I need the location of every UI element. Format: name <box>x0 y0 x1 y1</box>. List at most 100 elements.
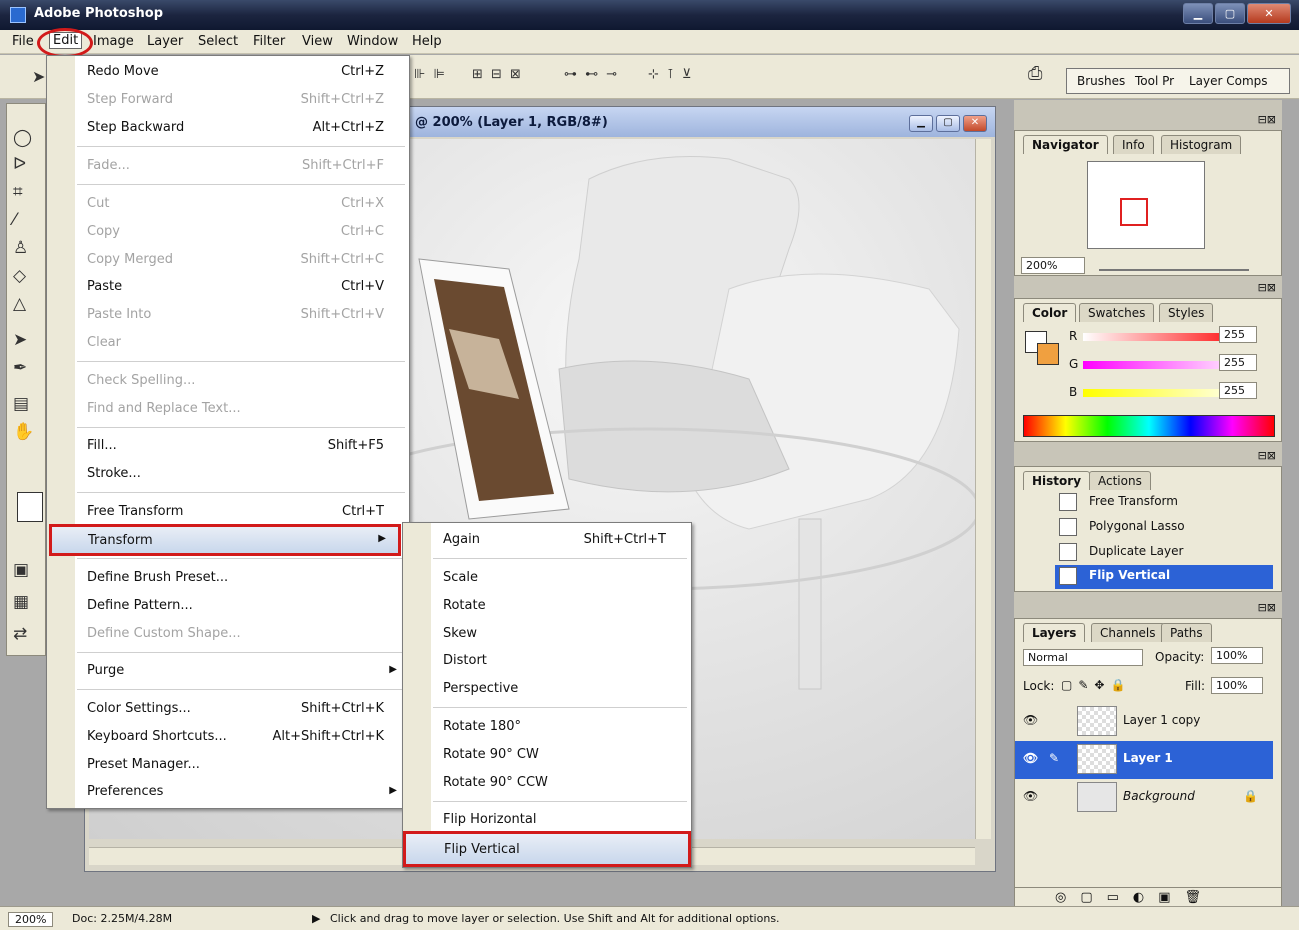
menu-item-step-backward[interactable]: Step Backward Alt+Ctrl+Z <box>47 115 409 141</box>
vertical-scrollbar[interactable] <box>975 139 991 839</box>
pen-tool-icon[interactable]: ✒ <box>13 358 27 378</box>
menu-select[interactable]: Select <box>198 34 238 49</box>
fill-field[interactable]: 100% <box>1211 677 1263 694</box>
status-arrow-icon[interactable]: ▶ <box>312 912 320 925</box>
align-right-icons[interactable]: ⊶ ⊷ ⊸ <box>564 67 619 82</box>
panel-min-close-icon[interactable]: ⊟⊠ <box>1258 113 1276 126</box>
palette-well-tool-presets[interactable]: Tool Pr <box>1135 74 1174 88</box>
tab-histogram[interactable]: Histogram <box>1161 135 1242 154</box>
menu-item-flip-horizontal[interactable]: Flip Horizontal <box>403 807 691 833</box>
menu-item-again[interactable]: Again Shift+Ctrl+T <box>403 527 691 553</box>
stamp-tool-icon[interactable]: ♙ <box>13 238 28 258</box>
menu-item-paste[interactable]: Paste Ctrl+V <box>47 274 409 300</box>
layer-row-selected[interactable]: 👁 ✎ Layer 1 <box>1015 741 1273 779</box>
channel-g-value[interactable]: 255 <box>1219 354 1257 371</box>
imageready-icon[interactable]: ⇄ <box>13 624 27 644</box>
menu-item-cut[interactable]: Cut Ctrl+X <box>47 191 409 217</box>
distribute-right-icons[interactable]: ⊹ ⊺ ⊻ <box>648 67 693 82</box>
menu-item-find-replace[interactable]: Find and Replace Text... <box>47 396 409 422</box>
menu-item-skew[interactable]: Skew <box>403 621 691 647</box>
screen-mode-icon[interactable]: ▦ <box>13 592 29 612</box>
doc-maximize-button[interactable]: ▢ <box>936 115 960 132</box>
opacity-field[interactable]: 100% <box>1211 647 1263 664</box>
menu-item-stroke[interactable]: Stroke... <box>47 461 409 487</box>
channel-r-value[interactable]: 255 <box>1219 326 1257 343</box>
menu-item-flip-vertical[interactable]: Flip Vertical <box>403 831 691 867</box>
menu-item-rotate-90-cw[interactable]: Rotate 90° CW <box>403 742 691 768</box>
navigator-thumbnail[interactable] <box>1087 161 1205 249</box>
menu-item-color-settings[interactable]: Color Settings... Shift+Ctrl+K <box>47 696 409 722</box>
panel-min-close-icon[interactable]: ⊟⊠ <box>1258 601 1276 614</box>
tab-navigator[interactable]: Navigator <box>1023 135 1108 154</box>
menu-item-define-brush[interactable]: Define Brush Preset... <box>47 565 409 591</box>
path-select-icon[interactable]: ➤ <box>13 330 27 350</box>
history-item[interactable]: Free Transform <box>1055 491 1273 515</box>
marquee-tool-icon[interactable]: ◯ <box>13 128 32 148</box>
eye-icon[interactable]: 👁 <box>1023 713 1038 727</box>
crop-tool-icon[interactable]: ⌗ <box>13 182 23 202</box>
panel-min-close-icon[interactable]: ⊟⊠ <box>1258 449 1276 462</box>
menu-item-distort[interactable]: Distort <box>403 648 691 674</box>
status-zoom[interactable]: 200% <box>8 912 54 927</box>
quickmask-icon[interactable]: ▣ <box>13 560 29 580</box>
menu-item-define-pattern[interactable]: Define Pattern... <box>47 593 409 619</box>
palette-well-brushes[interactable]: Brushes <box>1077 74 1125 88</box>
minimize-button[interactable]: ▁ <box>1183 3 1213 24</box>
menu-item-copy-merged[interactable]: Copy Merged Shift+Ctrl+C <box>47 247 409 273</box>
menu-item-keyboard-shortcuts[interactable]: Keyboard Shortcuts... Alt+Shift+Ctrl+K <box>47 724 409 750</box>
eye-icon[interactable]: 👁 <box>1023 789 1038 803</box>
navigator-zoom-field[interactable]: 200% <box>1021 257 1085 274</box>
menu-view[interactable]: View <box>302 34 333 49</box>
foreground-color-swatch[interactable] <box>17 492 43 522</box>
tab-swatches[interactable]: Swatches <box>1079 303 1155 322</box>
maximize-button[interactable]: ▢ <box>1215 3 1245 24</box>
menu-item-scale[interactable]: Scale <box>403 565 691 591</box>
tab-styles[interactable]: Styles <box>1159 303 1214 322</box>
menu-item-paste-into[interactable]: Paste Into Shift+Ctrl+V <box>47 302 409 328</box>
doc-minimize-button[interactable]: ▁ <box>909 115 933 132</box>
tab-actions[interactable]: Actions <box>1089 471 1151 490</box>
history-item-selected[interactable]: Flip Vertical <box>1055 565 1273 589</box>
brush-tool-icon[interactable]: ⁄ <box>13 210 16 230</box>
navigator-zoom-slider[interactable] <box>1099 259 1249 271</box>
eraser-tool-icon[interactable]: ◇ <box>13 266 26 286</box>
tab-channels[interactable]: Channels <box>1091 623 1165 642</box>
tab-info[interactable]: Info <box>1113 135 1154 154</box>
printer-icon[interactable]: ⎙ <box>1028 63 1044 84</box>
close-button[interactable]: ✕ <box>1247 3 1291 24</box>
align-icons[interactable]: ⊪ ⊫ <box>414 67 447 82</box>
menu-item-step-forward[interactable]: Step Forward Shift+Ctrl+Z <box>47 87 409 113</box>
tab-history[interactable]: History <box>1023 471 1091 490</box>
lasso-tool-icon[interactable]: ᐅ <box>13 154 26 174</box>
channel-b-value[interactable]: 255 <box>1219 382 1257 399</box>
history-item[interactable]: Duplicate Layer <box>1055 541 1273 565</box>
menu-item-rotate[interactable]: Rotate <box>403 593 691 619</box>
menu-item-redo-move[interactable]: Redo Move Ctrl+Z <box>47 59 409 85</box>
menu-item-perspective[interactable]: Perspective <box>403 676 691 702</box>
navigator-view-box[interactable] <box>1120 198 1148 226</box>
menu-item-rotate-180[interactable]: Rotate 180° <box>403 714 691 740</box>
menu-item-fill[interactable]: Fill... Shift+F5 <box>47 433 409 459</box>
menu-image[interactable]: Image <box>93 34 134 49</box>
hand-tool-icon[interactable]: ✋ <box>13 422 34 442</box>
menu-help[interactable]: Help <box>412 34 442 49</box>
dodge-tool-icon[interactable]: △ <box>13 294 26 314</box>
tab-color[interactable]: Color <box>1023 303 1077 322</box>
menu-layer[interactable]: Layer <box>147 34 183 49</box>
blend-mode-select[interactable]: Normal <box>1023 649 1143 666</box>
color-background-swatch[interactable] <box>1037 343 1059 365</box>
menu-filter[interactable]: Filter <box>253 34 285 49</box>
menu-item-copy[interactable]: Copy Ctrl+C <box>47 219 409 245</box>
tab-layers[interactable]: Layers <box>1023 623 1086 642</box>
layer-row[interactable]: 👁 Layer 1 copy <box>1015 703 1273 741</box>
menu-item-check-spelling[interactable]: Check Spelling... <box>47 368 409 394</box>
notes-tool-icon[interactable]: ▤ <box>13 394 29 414</box>
menu-item-fade[interactable]: Fade... Shift+Ctrl+F <box>47 153 409 179</box>
menu-item-rotate-90-ccw[interactable]: Rotate 90° CCW <box>403 770 691 796</box>
color-ramp[interactable] <box>1023 415 1275 437</box>
history-item[interactable]: Polygonal Lasso <box>1055 516 1273 540</box>
menu-file[interactable]: File <box>12 34 34 49</box>
menu-item-transform[interactable]: Transform ▶ <box>49 524 401 556</box>
palette-well-layer-comps[interactable]: Layer Comps <box>1189 74 1268 88</box>
lock-icons[interactable]: ▢✎✥🔒 <box>1061 678 1131 692</box>
